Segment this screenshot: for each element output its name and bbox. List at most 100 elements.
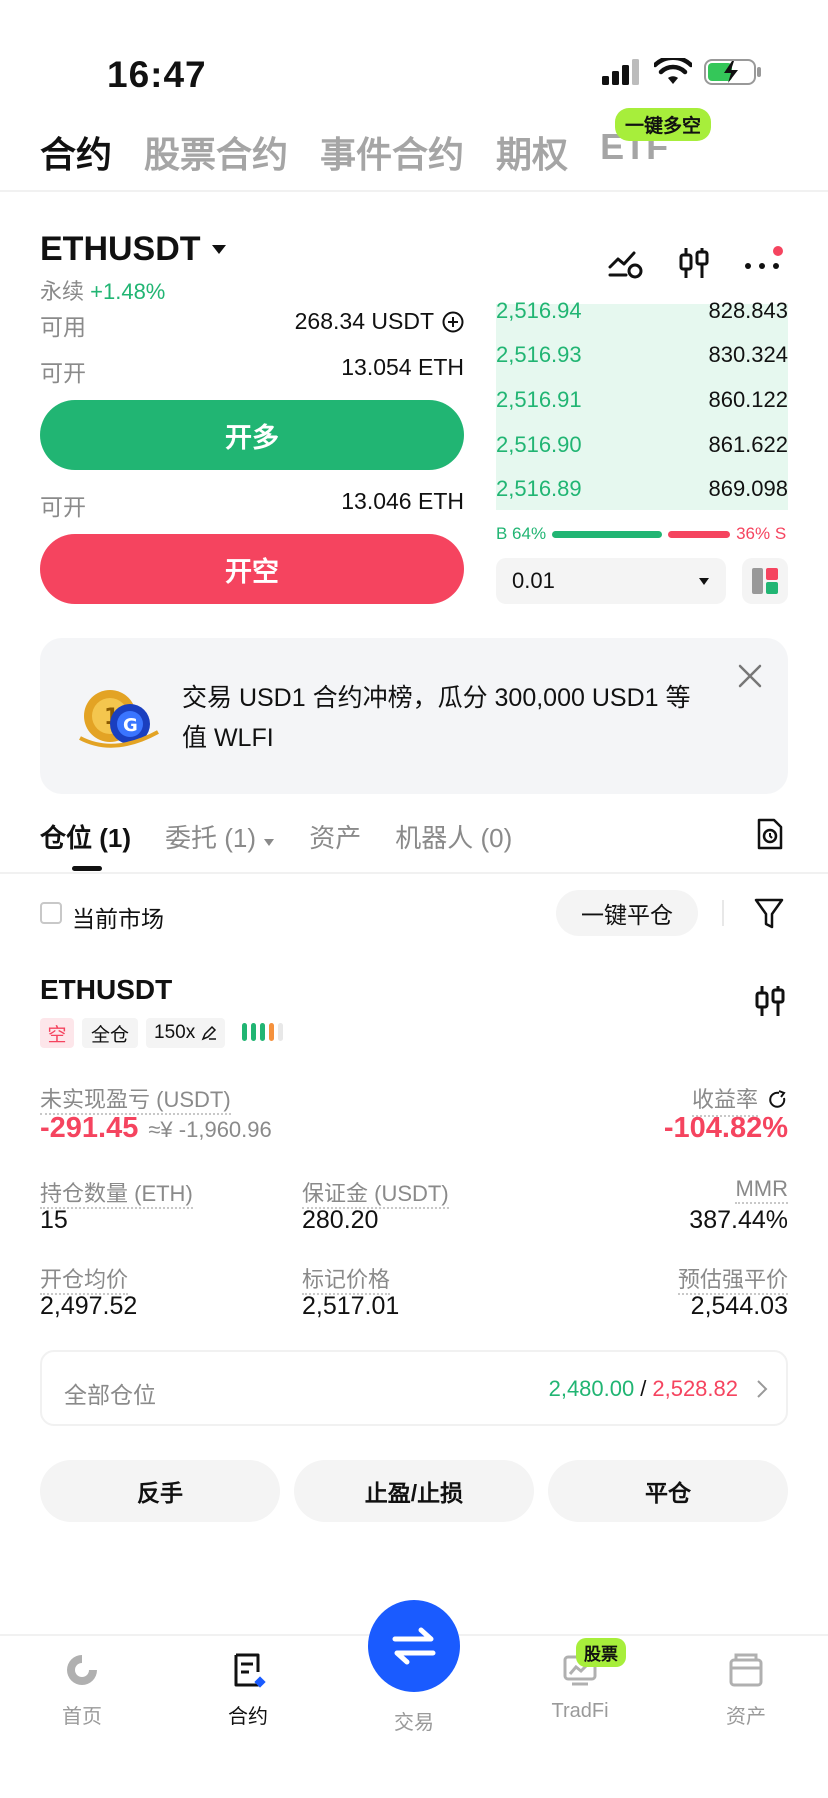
nav-assets[interactable]: 资产 bbox=[686, 1652, 806, 1729]
tab-event-contract[interactable]: 事件合约 bbox=[320, 126, 464, 178]
size-value: 15 bbox=[40, 1206, 68, 1234]
orderbook-row[interactable]: 2,516.90 861.622 bbox=[496, 432, 788, 458]
trade-fab[interactable] bbox=[368, 1600, 460, 1692]
nav-contract-label: 合约 bbox=[228, 1706, 268, 1728]
current-market-label: 当前市场 bbox=[72, 906, 164, 932]
unrealized-pnl-value: -291.45 bbox=[40, 1112, 139, 1144]
buy-ratio-bar bbox=[552, 530, 663, 538]
nav-contract[interactable]: 合约 bbox=[188, 1652, 308, 1729]
orderbook-row[interactable]: 2,516.94 828.843 bbox=[496, 298, 788, 324]
chevron-right-icon bbox=[757, 1380, 768, 1398]
size-label: 持仓数量 (ETH) bbox=[40, 1181, 193, 1209]
caret-down-icon bbox=[211, 244, 226, 254]
contract-icon bbox=[234, 1653, 266, 1688]
coin-promo-icon: 1 G bbox=[79, 690, 159, 748]
filter-icon[interactable] bbox=[754, 898, 784, 930]
layout-icon bbox=[752, 568, 778, 594]
wifi-icon bbox=[654, 58, 692, 84]
bid-price: 2,516.93 bbox=[496, 342, 582, 367]
edit-icon bbox=[201, 1025, 217, 1041]
more-icon[interactable] bbox=[744, 246, 784, 280]
mmr-label: MMR bbox=[735, 1176, 788, 1204]
tab-positions[interactable]: 仓位 (1) bbox=[40, 818, 131, 855]
entry-price-label: 开仓均价 bbox=[40, 1267, 129, 1295]
divider bbox=[722, 900, 724, 926]
range-separator: / bbox=[640, 1376, 647, 1401]
margin-value: 280.20 bbox=[302, 1206, 379, 1234]
wallet-icon bbox=[729, 1653, 763, 1687]
max-long-value: 13.054 ETH bbox=[341, 354, 464, 380]
mark-price-label: 标记价格 bbox=[302, 1267, 391, 1295]
risk-bar bbox=[251, 1023, 256, 1041]
current-market-checkbox[interactable] bbox=[40, 902, 62, 924]
tab-orders[interactable]: 委托 (1) bbox=[165, 818, 275, 855]
product-tabs: 合约 股票合约 事件合约 期权 ETF bbox=[40, 126, 668, 178]
risk-bar bbox=[278, 1023, 283, 1041]
risk-indicator bbox=[242, 1023, 283, 1041]
orderbook-layout-button[interactable] bbox=[742, 558, 788, 604]
unrealized-pnl-cny: ≈¥ -1,960.96 bbox=[148, 1117, 272, 1142]
bid-price: 2,516.90 bbox=[496, 432, 582, 457]
close-position-button[interactable]: 平仓 bbox=[548, 1460, 788, 1522]
history-icon[interactable] bbox=[756, 818, 784, 850]
tab-indicator bbox=[72, 866, 102, 871]
tab-assets[interactable]: 资产 bbox=[309, 818, 361, 855]
range-high: 2,528.82 bbox=[652, 1376, 738, 1401]
buy-sell-ratio: B 64% 36% S bbox=[496, 524, 788, 544]
max-short-value: 13.046 ETH bbox=[341, 488, 464, 514]
orderbook-row[interactable]: 2,516.93 830.324 bbox=[496, 342, 788, 368]
svg-text:G: G bbox=[123, 715, 138, 736]
depth-precision-select[interactable]: 0.01 bbox=[496, 558, 726, 604]
nav-trade-label[interactable]: 交易 bbox=[354, 1706, 474, 1735]
stock-badge: 股票 bbox=[576, 1638, 626, 1667]
all-positions-range: 2,480.00 / 2,528.82 bbox=[549, 1376, 768, 1402]
sell-ratio: 36% S bbox=[736, 524, 787, 543]
nav-home-label: 首页 bbox=[62, 1706, 102, 1728]
candlestick-icon[interactable] bbox=[754, 984, 786, 1018]
position-tabs: 仓位 (1) 委托 (1) 资产 机器人 (0) bbox=[40, 818, 512, 855]
add-funds-icon[interactable] bbox=[442, 311, 464, 333]
mark-price-value: 2,517.01 bbox=[302, 1292, 400, 1320]
tab-bots[interactable]: 机器人 (0) bbox=[395, 818, 512, 855]
risk-bar bbox=[260, 1023, 265, 1041]
orderbook-row[interactable]: 2,516.89 869.098 bbox=[496, 476, 788, 502]
open-short-button[interactable]: 开空 bbox=[40, 534, 464, 604]
symbol-selector[interactable]: ETHUSDT bbox=[40, 230, 227, 269]
tab-options[interactable]: 期权 bbox=[496, 126, 568, 178]
contract-type: 永续 bbox=[40, 279, 85, 304]
status-time: 16:47 bbox=[107, 54, 207, 95]
available-value: 268.34 USDT bbox=[294, 308, 434, 334]
nav-assets-label: 资产 bbox=[726, 1706, 766, 1728]
chart-settings-icon[interactable] bbox=[608, 247, 644, 279]
bid-qty: 869.098 bbox=[708, 476, 788, 501]
margin-label: 保证金 (USDT) bbox=[302, 1181, 449, 1209]
home-icon bbox=[67, 1655, 97, 1685]
promo-text: 交易 USD1 合约冲榜，瓜分 300,000 USD1 等值 WLFI bbox=[182, 684, 691, 752]
nav-home[interactable]: 首页 bbox=[22, 1652, 142, 1729]
depth-value: 0.01 bbox=[512, 568, 555, 593]
close-all-button[interactable]: 一键平仓 bbox=[556, 890, 698, 936]
header-actions bbox=[608, 246, 784, 280]
liq-price-label: 预估强平价 bbox=[677, 1267, 788, 1295]
candlestick-icon[interactable] bbox=[678, 246, 710, 280]
orderbook-row[interactable]: 2,516.91 860.122 bbox=[496, 387, 788, 413]
reverse-button[interactable]: 反手 bbox=[40, 1460, 280, 1522]
tp-sl-button[interactable]: 止盈/止损 bbox=[294, 1460, 534, 1522]
share-icon[interactable] bbox=[768, 1089, 788, 1110]
liq-price-value: 2,544.03 bbox=[690, 1292, 788, 1320]
bid-price: 2,516.89 bbox=[496, 476, 582, 501]
tab-contract[interactable]: 合约 bbox=[40, 126, 112, 178]
bid-price: 2,516.91 bbox=[496, 387, 582, 412]
available-label: 可用 bbox=[40, 314, 86, 340]
open-long-button[interactable]: 开多 bbox=[40, 400, 464, 470]
close-icon[interactable] bbox=[738, 664, 762, 688]
caret-down-icon bbox=[699, 577, 709, 585]
risk-bar bbox=[242, 1023, 247, 1041]
tab-orders-label: 委托 (1) bbox=[165, 823, 257, 853]
symbol-name: ETHUSDT bbox=[40, 230, 201, 268]
leverage-tag[interactable]: 150x bbox=[146, 1018, 226, 1048]
roi-value: -104.82% bbox=[663, 1112, 788, 1144]
signal-icon bbox=[602, 59, 639, 85]
unrealized-pnl: -291.45 ≈¥ -1,960.96 bbox=[40, 1112, 272, 1145]
tab-stock-contract[interactable]: 股票合约 bbox=[144, 126, 288, 178]
